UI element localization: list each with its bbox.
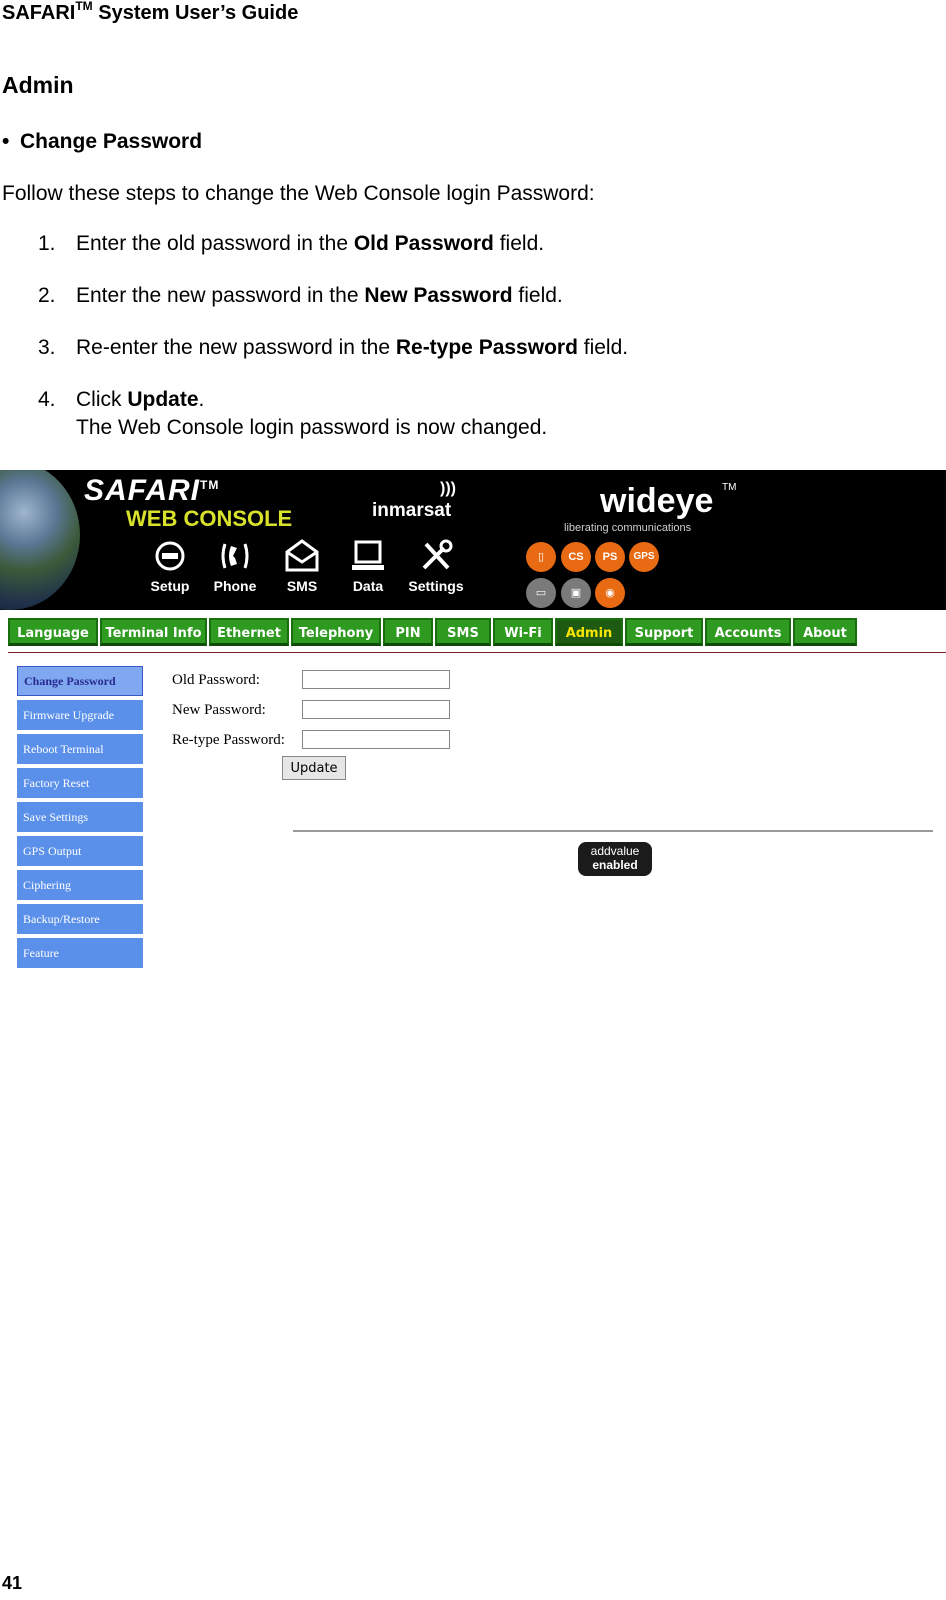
tab-admin[interactable]: Admin [555,618,623,646]
badge-line-1: addvalue [590,844,640,858]
step-pre: Click [76,388,128,411]
setup-icon [155,541,185,571]
phone-icon [221,543,249,569]
data-icon [352,540,384,570]
step-number: 3. [38,336,56,359]
sim-status-icon: ▯ [526,542,556,572]
wideye-logo: wideye [600,482,714,520]
globe-icon [0,470,80,610]
page-number: 41 [2,1573,23,1593]
step-post: field. [512,284,563,307]
tab-ethernet[interactable]: Ethernet [209,618,289,646]
ps-status-icon: PS [595,542,625,572]
header-tm: TM [75,0,93,13]
header-title: SAFARI [2,2,76,24]
side-item-firmware-upgrade[interactable]: Firmware Upgrade [17,700,143,730]
bullet-text: Change Password [20,130,203,153]
step-post: field. [493,232,545,255]
step-text: Enter the new password in the New Passwo… [76,284,563,308]
new-password-label: New Password: [172,702,266,718]
tab-support[interactable]: Support [625,618,703,646]
step-text: Re-enter the new password in the Re-type… [76,336,628,360]
step-pre: Re-enter the new password in the [76,336,396,359]
tab-sms[interactable]: SMS [435,618,491,646]
old-password-field[interactable] [302,670,450,689]
step-number: 1. [38,232,56,255]
ethernet-status-icon: ▭ [526,578,556,608]
step-number: 2. [38,284,56,307]
bullet-icon: • [2,130,10,153]
old-password-label: Old Password: [172,672,260,688]
retype-password-field[interactable] [302,730,450,749]
signal-waves-icon: ))) [440,480,456,497]
cs-status-icon: CS [561,542,591,572]
side-item-factory-reset[interactable]: Factory Reset [17,768,143,798]
intro-text: Follow these steps to change the Web Con… [2,182,595,205]
phone-button[interactable]: Phone [205,538,265,594]
header-rest: System User’s Guide [92,2,299,24]
side-item-backup-restore[interactable]: Backup/Restore [17,904,143,934]
step-text: Click Update. [76,388,204,412]
side-item-ciphering[interactable]: Ciphering [17,870,143,900]
inmarsat-logo: inmarsat [372,500,452,521]
settings-icon [422,539,453,570]
web-console-screenshot: SAFARITM WEB CONSOLE ))) inmarsat wideye… [0,470,946,970]
addvalue-badge: addvalue enabled [578,842,652,876]
sms-icon [285,539,319,572]
retype-password-label: Re-type Password: [172,732,285,748]
tab-about[interactable]: About [793,618,857,646]
logo-text: SAFARI [84,474,201,507]
update-button[interactable]: Update [282,756,346,780]
new-password-field[interactable] [302,700,450,719]
step-bold: Update [127,388,199,411]
side-item-gps-output[interactable]: GPS Output [17,836,143,866]
phone-label: Phone [213,578,257,594]
step-bold: Old Password [353,232,494,255]
step-bold: New Password [364,284,513,307]
web-console-title: WEB CONSOLE [126,506,293,531]
admin-side-menu: Change Password Firmware Upgrade Reboot … [17,666,143,972]
step-text: Enter the old password in the Old Passwo… [76,232,544,256]
wifi-status-icon: ◉ [595,578,625,608]
tab-telephony[interactable]: Telephony [291,618,381,646]
step-post: field. [577,336,629,359]
tab-terminal-info[interactable]: Terminal Info [100,618,207,646]
wideye-tagline: liberating communications [564,522,692,534]
document-header: SAFARITM System User’s Guide [2,0,299,25]
section-title: Admin [2,72,74,98]
settings-button[interactable]: Settings [406,538,466,594]
side-item-change-password[interactable]: Change Password [17,666,143,696]
tab-wifi[interactable]: Wi-Fi [493,618,553,646]
side-item-save-settings[interactable]: Save Settings [17,802,143,832]
bullet-title: • Change Password [2,130,202,154]
settings-label: Settings [408,578,464,594]
wideye-tm: TM [722,482,737,493]
gps-status-icon: GPS [629,542,659,572]
step-pre: Enter the new password in the [76,284,365,307]
data-button[interactable]: Data [338,538,398,594]
tab-pin[interactable]: PIN [383,618,433,646]
setup-label: Setup [150,578,190,594]
step-bold: Re-type Password [395,336,578,359]
console-banner: SAFARITM WEB CONSOLE ))) inmarsat wideye… [0,470,946,610]
tab-divider [8,652,946,653]
lock-status-icon: ▣ [561,578,591,608]
logo-tm: TM [200,478,220,492]
step-post: . [198,388,205,411]
side-item-feature[interactable]: Feature [17,938,143,968]
safari-logo: SAFARITM [84,474,219,508]
tab-accounts[interactable]: Accounts [705,618,791,646]
sms-button[interactable]: SMS [272,538,332,594]
step-pre: Enter the old password in the [76,232,354,255]
setup-button[interactable]: Setup [140,538,200,594]
badge-line-2: enabled [592,858,638,872]
data-label: Data [352,578,384,594]
step-subtext: The Web Console login password is now ch… [76,416,548,439]
side-item-reboot-terminal[interactable]: Reboot Terminal [17,734,143,764]
sms-label: SMS [286,578,318,594]
content-divider [293,830,933,832]
tab-language[interactable]: Language [8,618,98,646]
step-number: 4. [38,388,56,411]
